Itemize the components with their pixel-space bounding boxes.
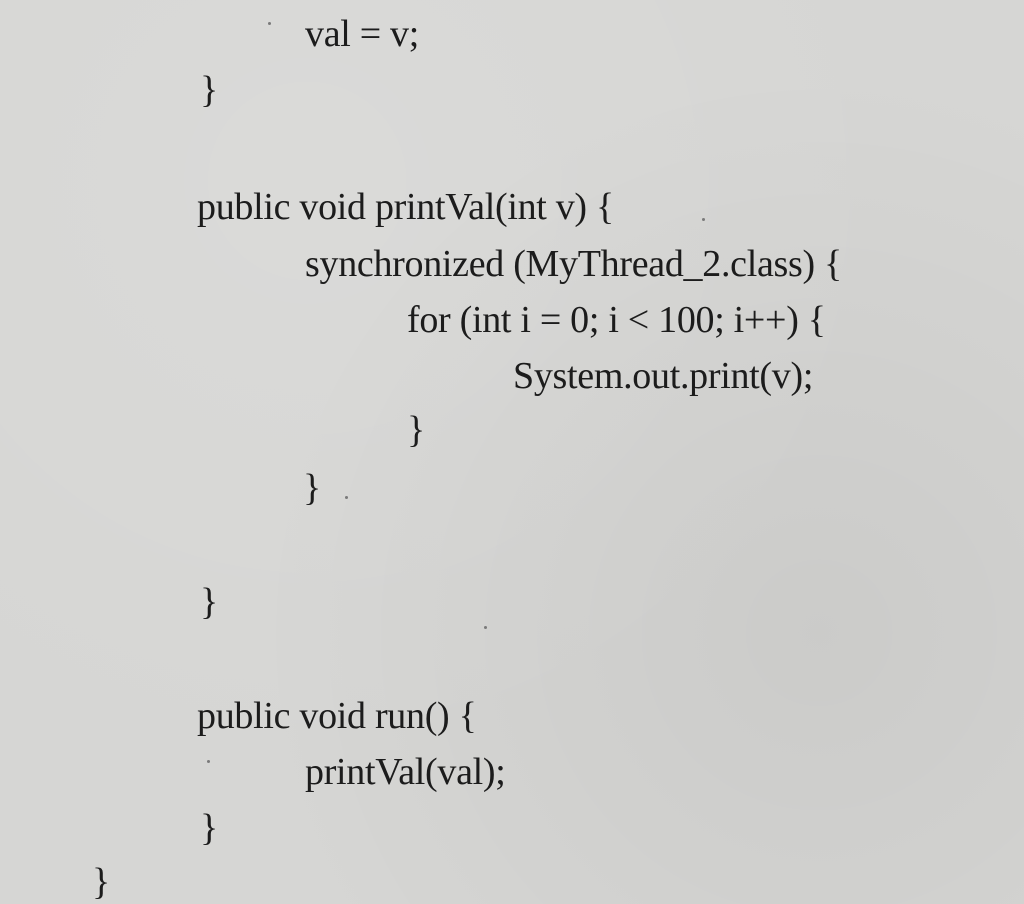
scan-speck: [268, 22, 271, 25]
code-line: printVal(val);: [305, 751, 506, 793]
scan-speck: [484, 626, 487, 629]
code-line: for (int i = 0; i < 100; i++) {: [407, 299, 826, 341]
code-line: }: [200, 807, 218, 849]
code-line: }: [92, 861, 110, 903]
scan-speck: [207, 760, 210, 763]
code-line: System.out.print(v);: [513, 355, 814, 397]
code-line: val = v;: [305, 13, 420, 55]
scan-speck: [345, 496, 348, 499]
code-line: }: [200, 69, 218, 111]
code-line: public void printVal(int v) {: [197, 186, 614, 228]
code-line: }: [200, 581, 218, 623]
code-listing: val = v; } public void printVal(int v) {…: [0, 0, 1024, 904]
code-line: }: [407, 409, 425, 451]
scan-speck: [702, 218, 705, 221]
code-line: }: [303, 467, 321, 509]
code-line: synchronized (MyThread_2.class) {: [305, 243, 842, 285]
code-line: public void run() {: [197, 695, 477, 737]
